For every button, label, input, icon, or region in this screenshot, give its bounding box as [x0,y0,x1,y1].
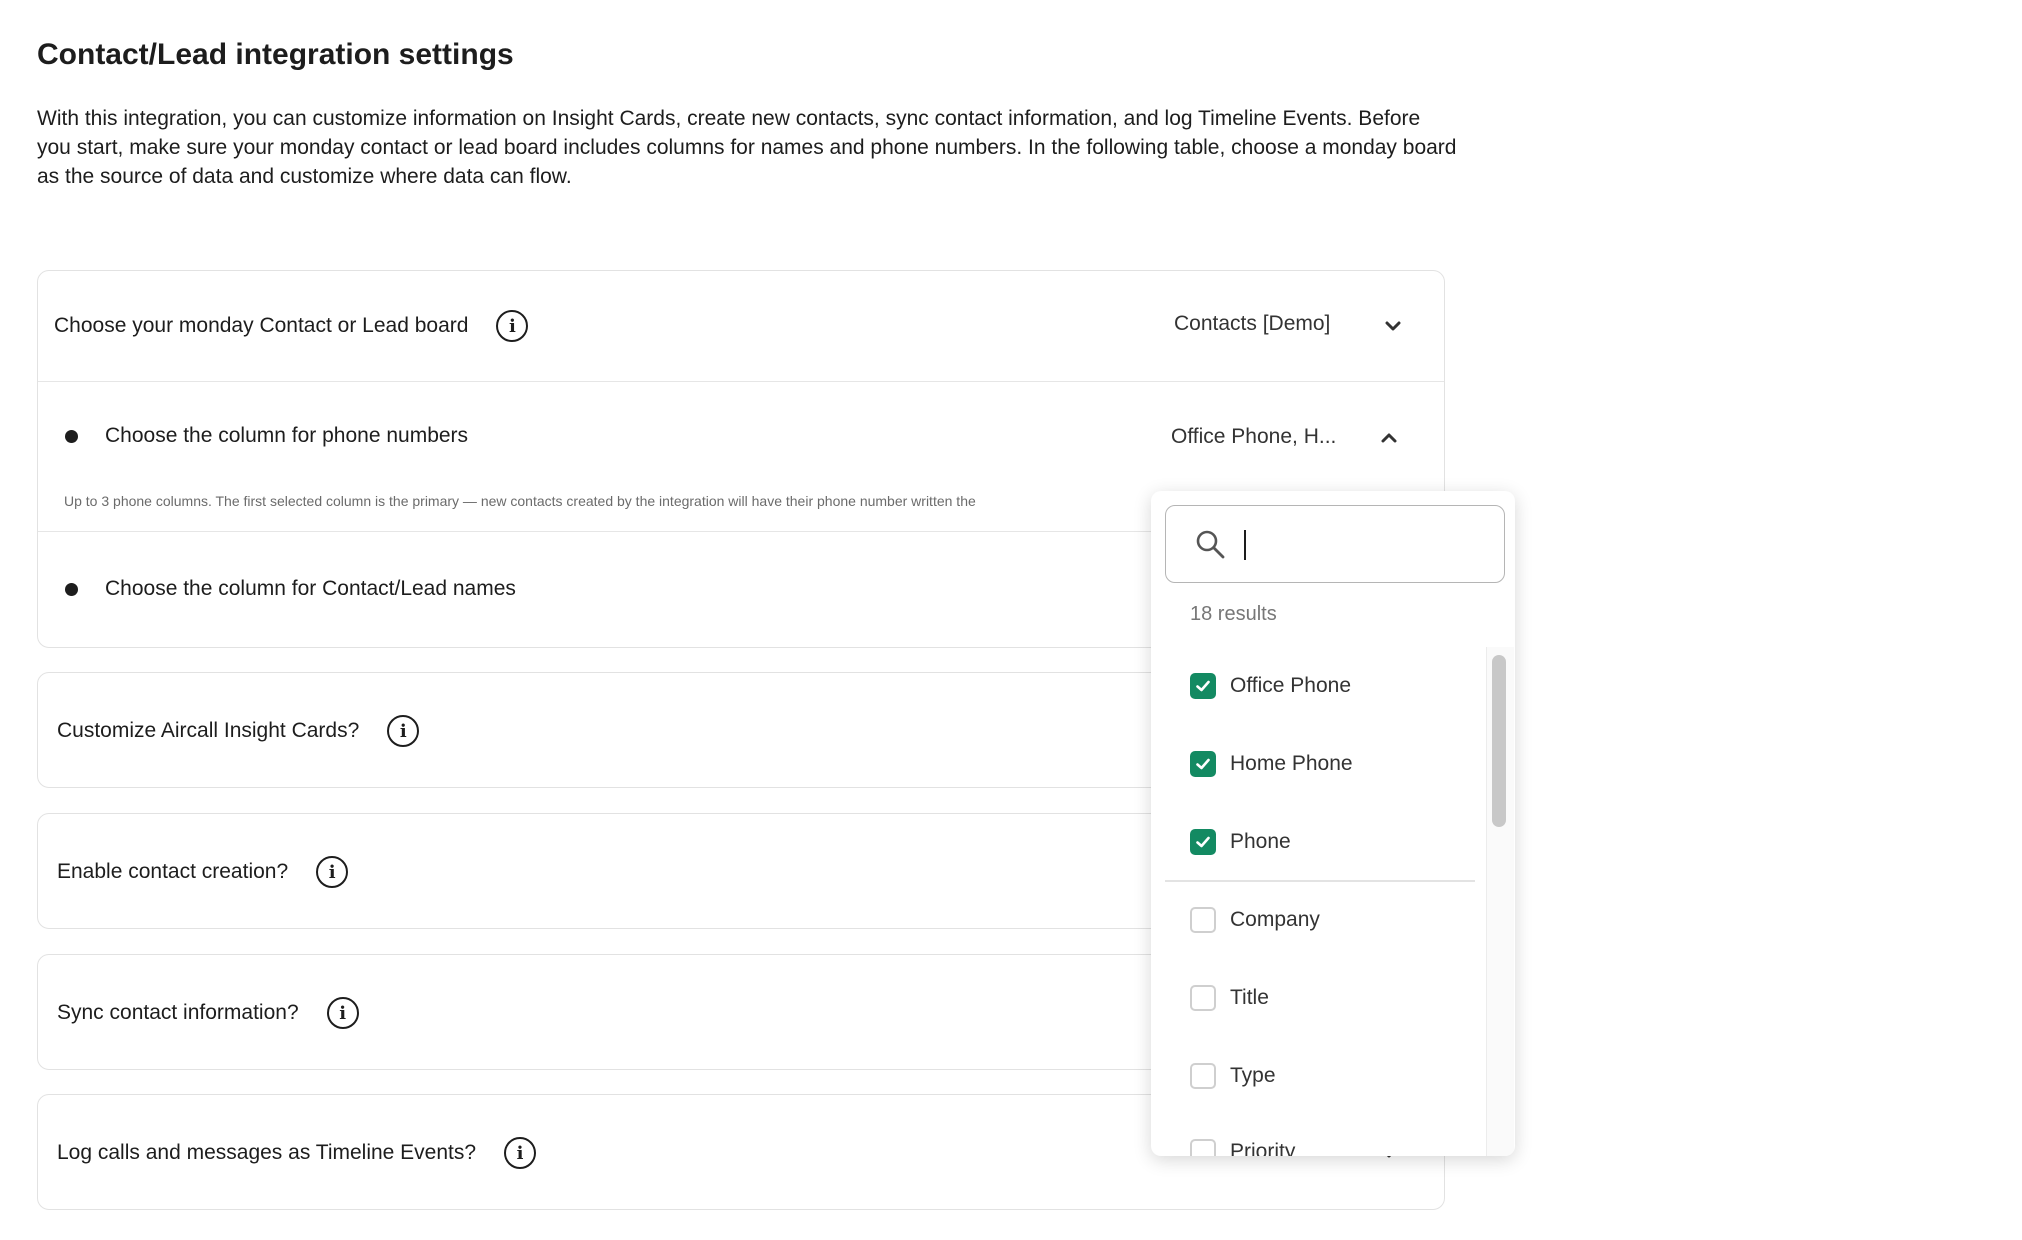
option-company[interactable]: Company [1190,907,1320,933]
info-icon[interactable]: i [387,715,420,747]
chevron-down-icon[interactable] [1382,315,1404,337]
checkbox-checked[interactable] [1190,673,1216,699]
contact-creation-label: Enable contact creation? [57,860,289,883]
info-icon[interactable]: i [504,1137,537,1169]
option-office-phone[interactable]: Office Phone [1190,673,1351,699]
board-select-label: Choose your monday Contact or Lead board [54,314,469,337]
phone-column-value[interactable]: Office Phone, H... [1171,425,1336,449]
search-field[interactable] [1165,505,1505,583]
bullet [65,429,78,443]
search-icon [1196,530,1225,559]
selection-divider [1165,880,1475,882]
timeline-label: Log calls and messages as Timeline Event… [57,1141,477,1164]
option-label: Priority [1230,1140,1296,1156]
info-icon[interactable]: i [496,310,529,342]
checkbox-unchecked[interactable] [1190,1139,1216,1156]
phone-column-helper: Up to 3 phone columns. The first selecte… [64,493,976,509]
option-label: Phone [1230,830,1291,853]
settings-page: Contact/Lead integration settings With t… [0,0,2022,1240]
option-label: Office Phone [1230,674,1352,697]
option-priority[interactable]: Priority [1190,1139,1295,1156]
search-input[interactable] [1242,524,1482,564]
checkbox-checked[interactable] [1190,829,1216,855]
option-label: Company [1230,908,1320,931]
page-intro: With this integration, you can customize… [37,107,1457,188]
option-title[interactable]: Title [1190,985,1269,1011]
option-type[interactable]: Type [1190,1063,1276,1089]
info-icon[interactable]: i [316,856,349,888]
checkbox-unchecked[interactable] [1190,1063,1216,1089]
results-count: 18 results [1190,603,1277,625]
sync-label: Sync contact information? [57,1001,299,1024]
bullet [65,582,78,596]
chevron-up-icon[interactable] [1378,427,1400,449]
option-label: Type [1230,1064,1276,1087]
check-icon [1196,680,1210,692]
check-icon [1196,836,1210,848]
phone-column-label: Choose the column for phone numbers [105,424,469,447]
info-icon[interactable]: i [326,997,359,1029]
checkbox-unchecked[interactable] [1190,907,1216,933]
option-home-phone[interactable]: Home Phone [1190,751,1353,777]
text-caret [1244,530,1246,560]
page-title: Contact/Lead integration settings [37,38,514,71]
check-icon [1196,758,1210,770]
option-label: Home Phone [1230,752,1353,775]
checkbox-unchecked[interactable] [1190,985,1216,1011]
scrollbar-thumb[interactable] [1492,655,1506,827]
board-select-value[interactable]: Contacts [Demo] [1174,312,1330,336]
insight-cards-label: Customize Aircall Insight Cards? [57,719,360,742]
column-dropdown: 18 results Office Phone Home Phone Phone… [1151,491,1515,1156]
checkbox-checked[interactable] [1190,751,1216,777]
names-column-label: Choose the column for Contact/Lead names [105,577,516,600]
option-phone[interactable]: Phone [1190,829,1291,855]
option-label: Title [1230,986,1269,1009]
